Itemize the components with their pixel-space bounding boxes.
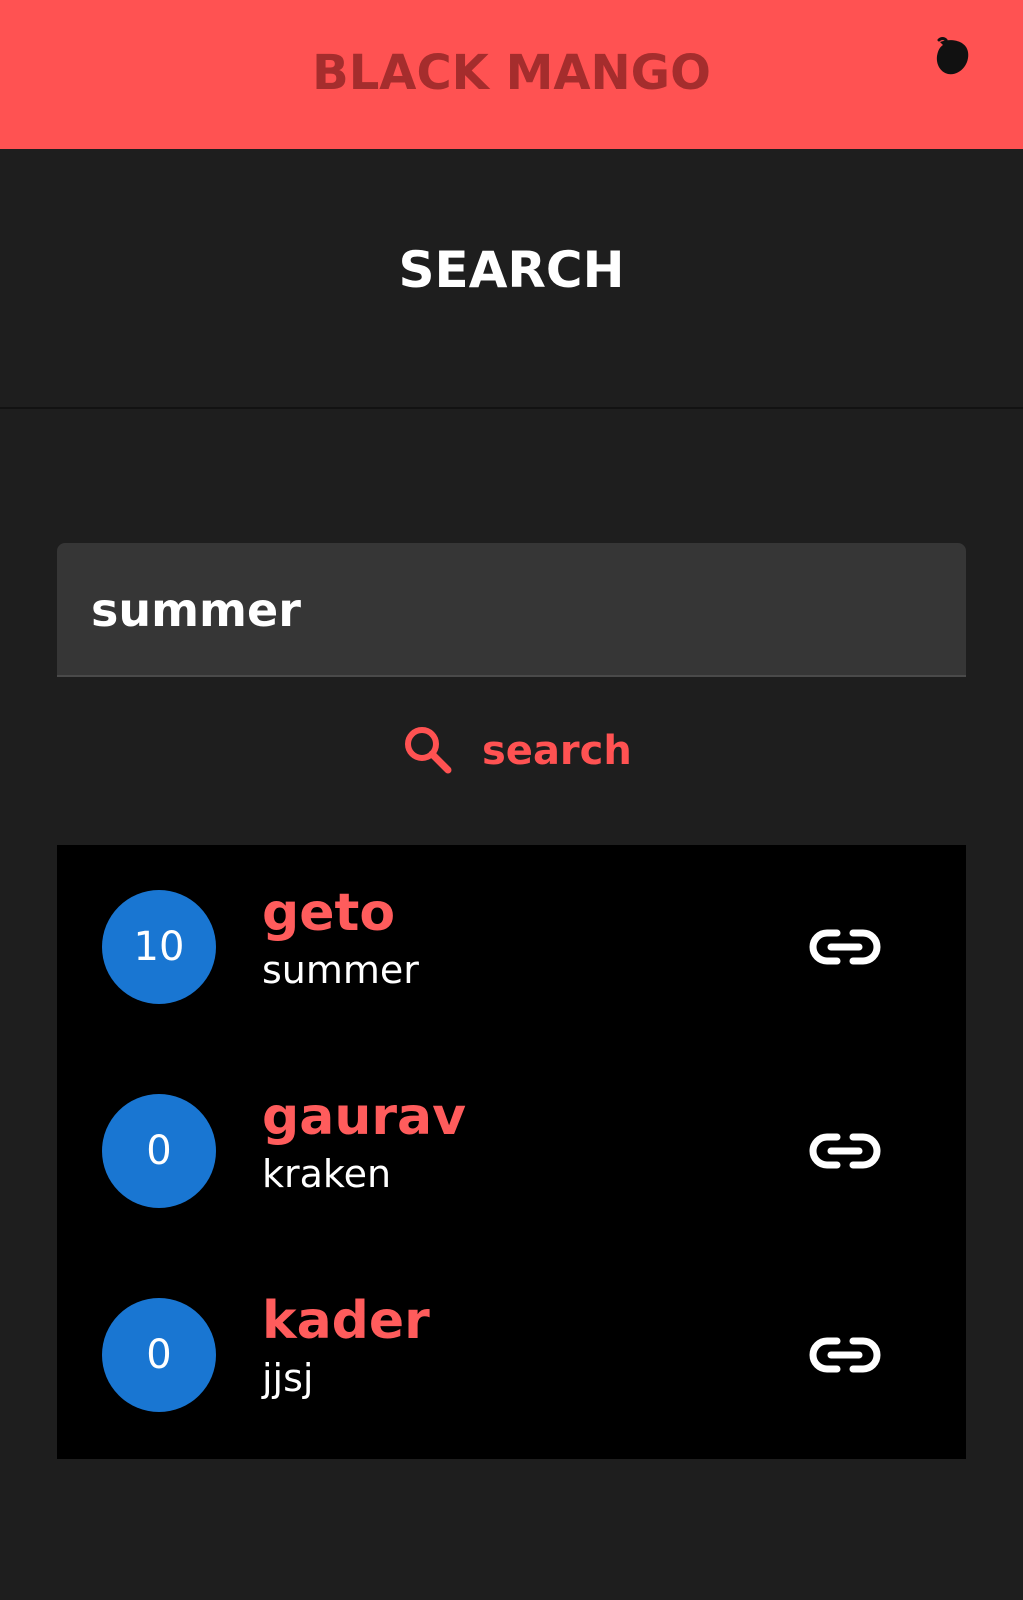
link-icon xyxy=(809,1133,881,1169)
count-avatar: 10 xyxy=(102,890,216,1004)
search-icon xyxy=(400,722,458,780)
count-avatar: 0 xyxy=(102,1094,216,1208)
link-button[interactable] xyxy=(807,1323,883,1387)
link-icon xyxy=(809,929,881,965)
list-item[interactable]: 0 kader jjsj xyxy=(57,1253,966,1457)
app-bar: BLACK MANGO xyxy=(0,0,1023,149)
list-item[interactable]: 10 geto summer xyxy=(57,845,966,1049)
list-item-subtitle: jjsj xyxy=(262,1356,314,1400)
count-avatar: 0 xyxy=(102,1298,216,1412)
divider xyxy=(0,407,1023,409)
list-item[interactable]: 0 gaurav kraken xyxy=(57,1049,966,1253)
list-item-subtitle: summer xyxy=(262,948,419,992)
list-item-title: kader xyxy=(262,1291,430,1351)
mango-icon[interactable] xyxy=(930,36,974,80)
link-button[interactable] xyxy=(807,1119,883,1183)
list-item-subtitle: kraken xyxy=(262,1152,392,1196)
list-item-title: gaurav xyxy=(262,1087,466,1147)
link-button[interactable] xyxy=(807,915,883,979)
page-title: SEARCH xyxy=(398,241,625,299)
list-item-title: geto xyxy=(262,883,396,943)
search-button[interactable]: search xyxy=(400,715,640,787)
link-icon xyxy=(809,1337,881,1373)
search-input[interactable] xyxy=(91,577,911,643)
search-field[interactable] xyxy=(57,543,966,677)
results-list: 10 geto summer 0 gaurav kraken 0 kader j… xyxy=(57,845,966,1459)
search-button-label: search xyxy=(482,728,632,774)
app-title: BLACK MANGO xyxy=(312,45,711,101)
